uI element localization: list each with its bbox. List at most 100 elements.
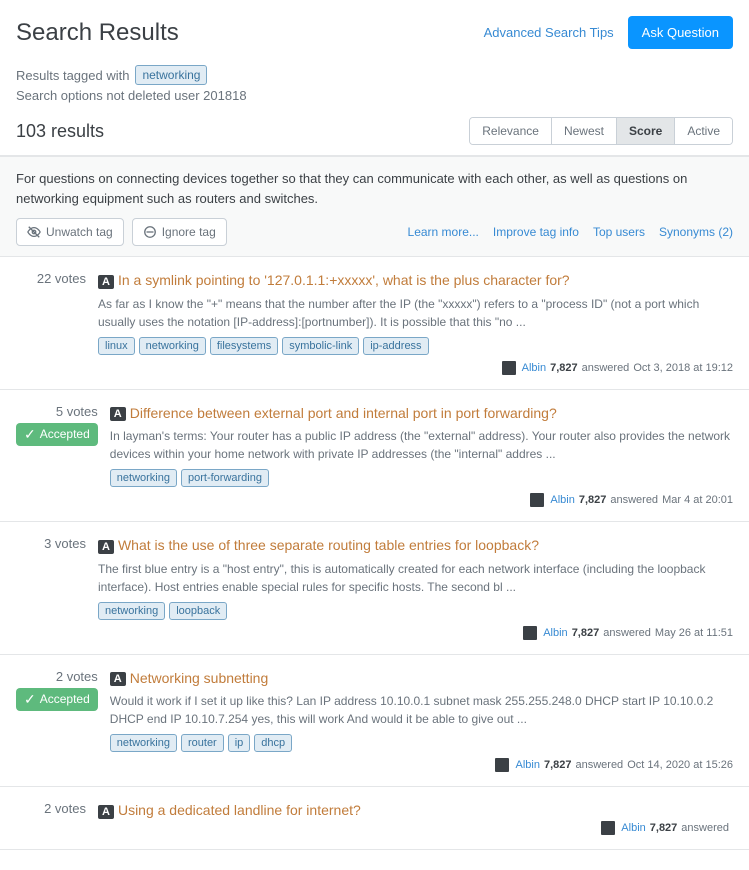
question-title-row: A What is the use of three separate routi… (98, 536, 733, 556)
question-content: ANetworking subnettingWould it work if I… (110, 669, 733, 773)
question-meta: Albin7,827answeredOct 3, 2018 at 19:12 (98, 361, 733, 375)
question-action: answered (610, 494, 658, 506)
user-rep: 7,827 (650, 822, 678, 834)
tag-linux[interactable]: linux (98, 337, 135, 355)
tagged-with-row: Results tagged with networking (16, 65, 733, 85)
tag-symbolic-link[interactable]: symbolic-link (282, 337, 359, 355)
tag-port-forwarding[interactable]: port-forwarding (181, 469, 269, 487)
results-tagged-label: Results tagged with (16, 68, 129, 83)
checkmark-icon: ✓ (24, 691, 36, 708)
question-stats: 3 votes (16, 536, 86, 640)
accepted-badge: ✓Accepted (16, 423, 98, 446)
user-link[interactable]: Albin (543, 627, 567, 639)
tag-networking[interactable]: networking (98, 602, 165, 620)
tag-actions: Unwatch tag Ignore tag Learn more... Imp… (16, 218, 733, 246)
sort-newest[interactable]: Newest (552, 118, 617, 144)
question-excerpt: Would it work if I set it up like this? … (110, 692, 733, 728)
advanced-search-link[interactable]: Advanced Search Tips (484, 25, 614, 40)
question-excerpt: The first blue entry is a "host entry", … (98, 560, 733, 596)
vote-count: 2 votes (56, 669, 98, 684)
vote-count: 3 votes (44, 536, 86, 551)
sort-relevance[interactable]: Relevance (470, 118, 552, 144)
question-content: A What is the use of three separate routi… (98, 536, 733, 640)
question-action: answered (582, 362, 630, 374)
tag-networking[interactable]: networking (139, 337, 206, 355)
synonyms-link[interactable]: Synonyms (2) (659, 225, 733, 239)
question-title-row: A Using a dedicated landline for internet… (98, 801, 733, 821)
question-action: answered (681, 822, 729, 834)
tag-ip-address[interactable]: ip-address (363, 337, 428, 355)
answer-indicator: A (98, 540, 114, 554)
question-content: A In a symlink pointing to '127.0.1.1:+xx… (98, 271, 733, 375)
user-link[interactable]: Albin (621, 822, 645, 834)
user-avatar-icon (502, 361, 516, 375)
question-stats: 5 votes✓Accepted (16, 404, 98, 508)
user-avatar-icon (523, 626, 537, 640)
question-title-link[interactable]: Difference between external port and int… (130, 405, 557, 421)
question-stats: 2 votes (16, 801, 86, 835)
unwatch-tag-button[interactable]: Unwatch tag (16, 218, 124, 246)
vote-count: 2 votes (44, 801, 86, 816)
improve-tag-link[interactable]: Improve tag info (493, 225, 579, 239)
sub-header: Results tagged with networking Search op… (0, 59, 749, 107)
accepted-label: Accepted (40, 427, 90, 441)
question-stats: 2 votes ✓ Accepted (16, 669, 98, 773)
tag-networking[interactable]: networking (110, 734, 177, 752)
user-link[interactable]: Albin (522, 362, 546, 374)
sort-active[interactable]: Active (675, 118, 732, 144)
tag-router[interactable]: router (181, 734, 224, 752)
question-tags: networkingrouteripdhcp (110, 734, 733, 752)
question-title-link[interactable]: What is the use of three separate routin… (118, 537, 539, 553)
user-rep: 7,827 (579, 494, 607, 506)
header-actions: Advanced Search Tips Ask Question (484, 16, 733, 49)
question-meta: Albin7,827answeredMar 4 at 20:01 (110, 493, 733, 507)
answer-indicator: A (110, 407, 126, 421)
tag-loopback[interactable]: loopback (169, 602, 227, 620)
page-header: Search Results Advanced Search Tips Ask … (0, 0, 749, 59)
tag-info-banner: For questions on connecting devices toge… (0, 156, 749, 257)
tag-dhcp[interactable]: dhcp (254, 734, 292, 752)
tag-ip[interactable]: ip (228, 734, 251, 752)
top-users-link[interactable]: Top users (593, 225, 645, 239)
user-avatar-icon (530, 493, 544, 507)
question-stats: 22 votes (16, 271, 86, 375)
user-link[interactable]: Albin (550, 494, 574, 506)
question-tags: linuxnetworkingfilesystemssymbolic-linki… (98, 337, 733, 355)
question-content: A Using a dedicated landline for internet… (98, 801, 733, 835)
question-content: A Difference between external port and in… (110, 404, 733, 508)
user-rep: 7,827 (572, 627, 600, 639)
tag-filesystems[interactable]: filesystems (210, 337, 278, 355)
user-link[interactable]: Albin (515, 759, 539, 771)
question-item: 3 votes A What is the use of three separat… (0, 522, 749, 655)
question-title-link[interactable]: Using a dedicated landline for internet? (118, 802, 361, 818)
answer-indicator: A (98, 805, 114, 819)
accepted-badge: ✓ Accepted (16, 688, 98, 711)
ignore-label: Ignore tag (162, 225, 216, 239)
question-title-link[interactable]: Networking subnetting (130, 670, 269, 686)
question-excerpt: In layman's terms: Your router has a pub… (110, 427, 733, 463)
user-rep: 7,827 (544, 759, 572, 771)
question-item: 2 votes ✓ Accepted ANetworking subnettingWo… (0, 655, 749, 788)
question-list: 22 votes A In a symlink pointing to '127.0… (0, 257, 749, 850)
user-avatar-icon (601, 821, 615, 835)
results-count: 103 results (16, 121, 104, 142)
accepted-label: Accepted (40, 692, 90, 706)
question-meta: Albin7,827answeredOct 14, 2020 at 15:26 (110, 758, 733, 772)
vote-count: 22 votes (37, 271, 86, 286)
question-excerpt: As far as I know the "+" means that the … (98, 295, 733, 331)
learn-more-link[interactable]: Learn more... (408, 225, 479, 239)
unwatch-label: Unwatch tag (46, 225, 113, 239)
sort-score[interactable]: Score (617, 118, 675, 144)
question-date: May 26 at 11:51 (655, 627, 733, 639)
question-title-link[interactable]: In a symlink pointing to '127.0.1.1:+xxx… (118, 272, 570, 288)
results-bar: 103 results Relevance Newest Score Activ… (0, 107, 749, 156)
question-title-row: A Difference between external port and in… (110, 404, 733, 424)
ignore-tag-button[interactable]: Ignore tag (132, 218, 227, 246)
tag-networking[interactable]: networking (110, 469, 177, 487)
answer-indicator: A (98, 275, 114, 289)
networking-tag[interactable]: networking (135, 65, 207, 85)
user-avatar-icon (495, 758, 509, 772)
question-action: answered (575, 759, 623, 771)
question-item: 22 votes A In a symlink pointing to '127.0… (0, 257, 749, 390)
ask-question-button[interactable]: Ask Question (628, 16, 733, 49)
